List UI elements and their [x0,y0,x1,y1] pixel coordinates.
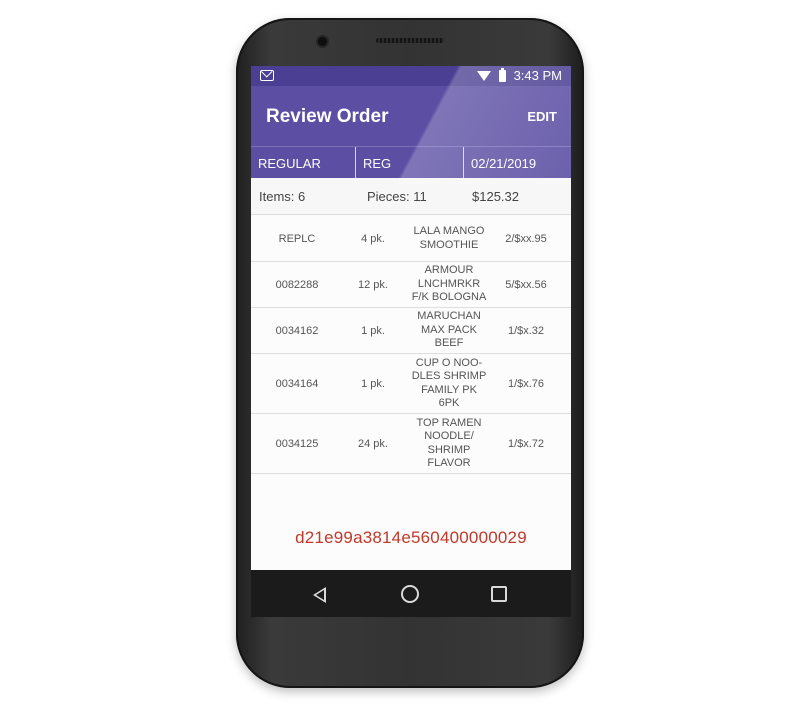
phone-screen: 3:43 PM Review Order EDIT REGULAR REG 02… [251,66,571,617]
order-type: REGULAR [251,147,356,179]
order-info-bar: REGULAR REG 02/21/2019 [251,146,571,179]
order-date: 02/21/2019 [471,155,537,171]
item-description: CUP O NOO- DLES SHRIMP FAMILY PK 6PK [411,356,487,410]
item-pack: 1 pk. [361,324,385,337]
item-price: 1/$x.32 [507,324,545,337]
app-bar: Review Order EDIT [251,86,571,146]
item-code: 0082288 [275,278,319,291]
front-camera [318,37,327,46]
recent-apps-square-icon[interactable] [491,586,507,602]
item-description: TOP RAMEN NOODLE/ SHRIMP FLAVOR [416,416,482,470]
table-row[interactable]: 0034125 24 pk. TOP RAMEN NOODLE/ SHRIMP … [251,414,571,474]
item-description: MARUCHAN MAX PACK BEEF [417,310,481,350]
home-circle-icon[interactable] [401,585,419,603]
earpiece-speaker [376,38,444,43]
wifi-icon [476,70,491,81]
item-pack: 1 pk. [361,377,385,390]
item-code: 0034162 [275,324,319,337]
item-description: ARMOUR LNCHMRKR F/K BOLOGNA [411,264,487,304]
table-row[interactable]: 0082288 12 pk. ARMOUR LNCHMRKR F/K BOLOG… [251,262,571,308]
item-price: 2/$xx.95 [505,232,547,245]
item-pack: 12 pk. [358,278,388,291]
table-row[interactable]: REPLC 4 pk. LALA MANGO SMOOTHIE 2/$xx.95 [251,216,571,262]
pieces-count: Pieces: 11 [367,189,427,204]
item-pack: 4 pk. [361,232,385,245]
items-count: Items: 6 [259,189,306,204]
gmail-icon [260,70,274,81]
item-price: 1/$x.72 [507,437,545,450]
item-price: 1/$x.76 [507,377,545,390]
status-time: 3:43 PM [513,68,562,83]
order-items-list: REPLC 4 pk. LALA MANGO SMOOTHIE 2/$xx.95… [251,216,571,474]
order-code: REG [356,147,464,179]
order-total: $125.32 [472,189,519,204]
item-code: 0034164 [275,377,319,390]
table-row[interactable]: 0034162 1 pk. MARUCHAN MAX PACK BEEF 1/$… [251,308,571,354]
item-code: 0034125 [275,437,319,450]
order-summary: Items: 6 Pieces: 11 $125.32 [251,178,571,215]
item-price: 5/$xx.56 [505,278,547,291]
table-row[interactable]: 0034164 1 pk. CUP O NOO- DLES SHRIMP FAM… [251,354,571,414]
battery-icon [498,67,506,82]
navigation-bar [251,570,571,617]
status-bar: 3:43 PM [251,66,571,86]
page-title: Review Order [266,106,389,127]
item-pack: 24 pk. [358,437,388,450]
back-triangle-icon[interactable] [313,587,326,603]
order-id: d21e99a3814e560400000029 [295,528,527,547]
item-description: LALA MANGO SMOOTHIE [413,225,485,251]
item-code: REPLC [278,232,316,245]
edit-button[interactable]: EDIT [527,109,557,124]
